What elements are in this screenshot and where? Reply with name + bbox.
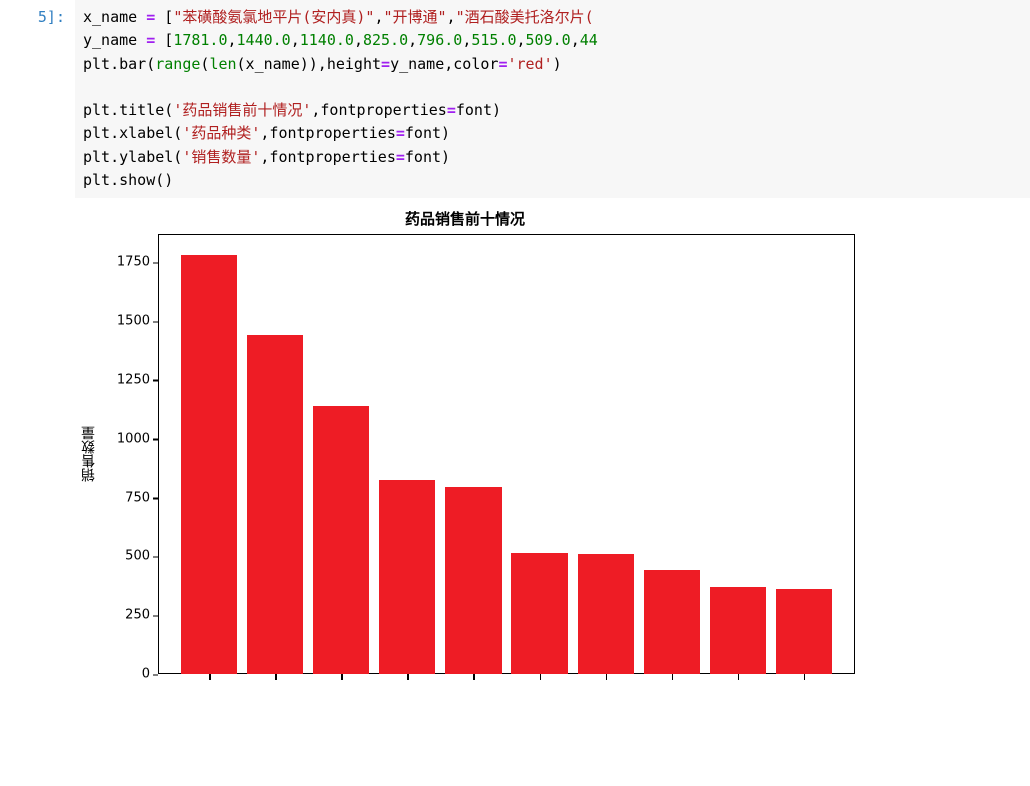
- code-token: 796.0: [417, 31, 462, 49]
- code-token: ,: [462, 31, 471, 49]
- code-token: '药品销售前十情况': [173, 101, 311, 119]
- code-token: '销售数量': [182, 148, 260, 166]
- code-token: 509.0: [526, 31, 571, 49]
- code-token: plt.xlabel(: [83, 124, 182, 142]
- code-token: (x_name)),height: [237, 55, 382, 73]
- x-tick-mark: [275, 674, 277, 680]
- code-token: plt.bar(: [83, 55, 155, 73]
- y-tick-label: 0: [142, 667, 150, 682]
- chart-bar: [379, 480, 435, 674]
- chart-x-ticks: [158, 669, 855, 675]
- cell-output: 药品销售前十情况 销售数量 02505007501000125015001750: [0, 198, 1030, 674]
- code-token: [: [155, 31, 173, 49]
- code-token: font): [456, 101, 501, 119]
- code-token: =: [146, 31, 155, 49]
- code-token: 44: [580, 31, 598, 49]
- x-tick-mark: [209, 674, 211, 680]
- code-token: 1140.0: [300, 31, 354, 49]
- code-token: ,: [354, 31, 363, 49]
- code-token: y_name: [83, 31, 146, 49]
- cell-prompt: 5]:: [0, 0, 75, 198]
- chart-y-axis: 02505007501000125015001750: [103, 234, 158, 674]
- code-token: ,fontproperties: [260, 148, 395, 166]
- code-token: '药品种类': [182, 124, 260, 142]
- code-token: 1781.0: [173, 31, 227, 49]
- code-token: "苯磺酸氨氯地平片(安内真)": [173, 8, 374, 26]
- code-token: plt.ylabel(: [83, 148, 182, 166]
- chart-bar: [511, 553, 567, 674]
- code-cell: 5]: x_name = ["苯磺酸氨氯地平片(安内真)","开博通","酒石酸…: [0, 0, 1030, 198]
- x-tick-mark: [473, 674, 475, 680]
- chart-bar: [181, 255, 237, 674]
- code-token: =: [396, 124, 405, 142]
- code-token: "酒石酸美托洛尔片(: [456, 8, 594, 26]
- code-token: 515.0: [471, 31, 516, 49]
- code-token: ,: [228, 31, 237, 49]
- code-token: ): [553, 55, 562, 73]
- chart-bar: [710, 587, 766, 674]
- code-token: x_name: [83, 8, 146, 26]
- code-token: ,: [408, 31, 417, 49]
- code-token: ,: [291, 31, 300, 49]
- chart-bar: [247, 335, 303, 674]
- code-token: "开博通": [383, 8, 446, 26]
- x-tick-mark: [672, 674, 674, 680]
- y-tick-label: 750: [125, 490, 150, 505]
- chart-plot-area: [158, 234, 855, 674]
- chart-bar: [313, 406, 369, 674]
- y-tick-label: 1250: [117, 372, 150, 387]
- code-editor[interactable]: x_name = ["苯磺酸氨氯地平片(安内真)","开博通","酒石酸美托洛尔…: [75, 0, 1030, 198]
- x-tick-mark: [407, 674, 409, 680]
- chart-bar: [578, 554, 634, 674]
- code-token: ,: [571, 31, 580, 49]
- code-token: y_name,color: [390, 55, 498, 73]
- code-token: =: [396, 148, 405, 166]
- chart-bar: [445, 487, 501, 674]
- bar-chart: 药品销售前十情况 销售数量 02505007501000125015001750: [75, 208, 855, 674]
- code-token: font): [405, 148, 450, 166]
- code-token: ,fontproperties: [260, 124, 395, 142]
- code-token: range: [155, 55, 200, 73]
- chart-ylabel: 销售数量: [75, 234, 103, 674]
- code-token: 1440.0: [237, 31, 291, 49]
- x-tick-mark: [804, 674, 806, 680]
- code-token: =: [381, 55, 390, 73]
- code-token: [: [155, 8, 173, 26]
- code-token: =: [447, 101, 456, 119]
- y-tick-label: 500: [125, 549, 150, 564]
- code-token: ,: [517, 31, 526, 49]
- code-token: ,fontproperties: [311, 101, 446, 119]
- y-tick-label: 250: [125, 608, 150, 623]
- code-token: plt.show(): [83, 171, 173, 189]
- y-tick-label: 1500: [117, 314, 150, 329]
- x-tick-mark: [341, 674, 343, 680]
- x-tick-mark: [540, 674, 542, 680]
- code-token: plt.title(: [83, 101, 173, 119]
- y-tick-label: 1750: [117, 255, 150, 270]
- chart-bar: [776, 589, 832, 674]
- code-token: 825.0: [363, 31, 408, 49]
- chart-bars: [158, 234, 855, 674]
- code-token: ,: [447, 8, 456, 26]
- chart-bar: [644, 570, 700, 674]
- chart-title: 药品销售前十情况: [75, 208, 855, 229]
- y-tick-label: 1000: [117, 431, 150, 446]
- code-token: 'red': [507, 55, 552, 73]
- code-token: =: [146, 8, 155, 26]
- code-token: len: [209, 55, 236, 73]
- x-tick-mark: [738, 674, 740, 680]
- code-token: font): [405, 124, 450, 142]
- x-tick-mark: [606, 674, 608, 680]
